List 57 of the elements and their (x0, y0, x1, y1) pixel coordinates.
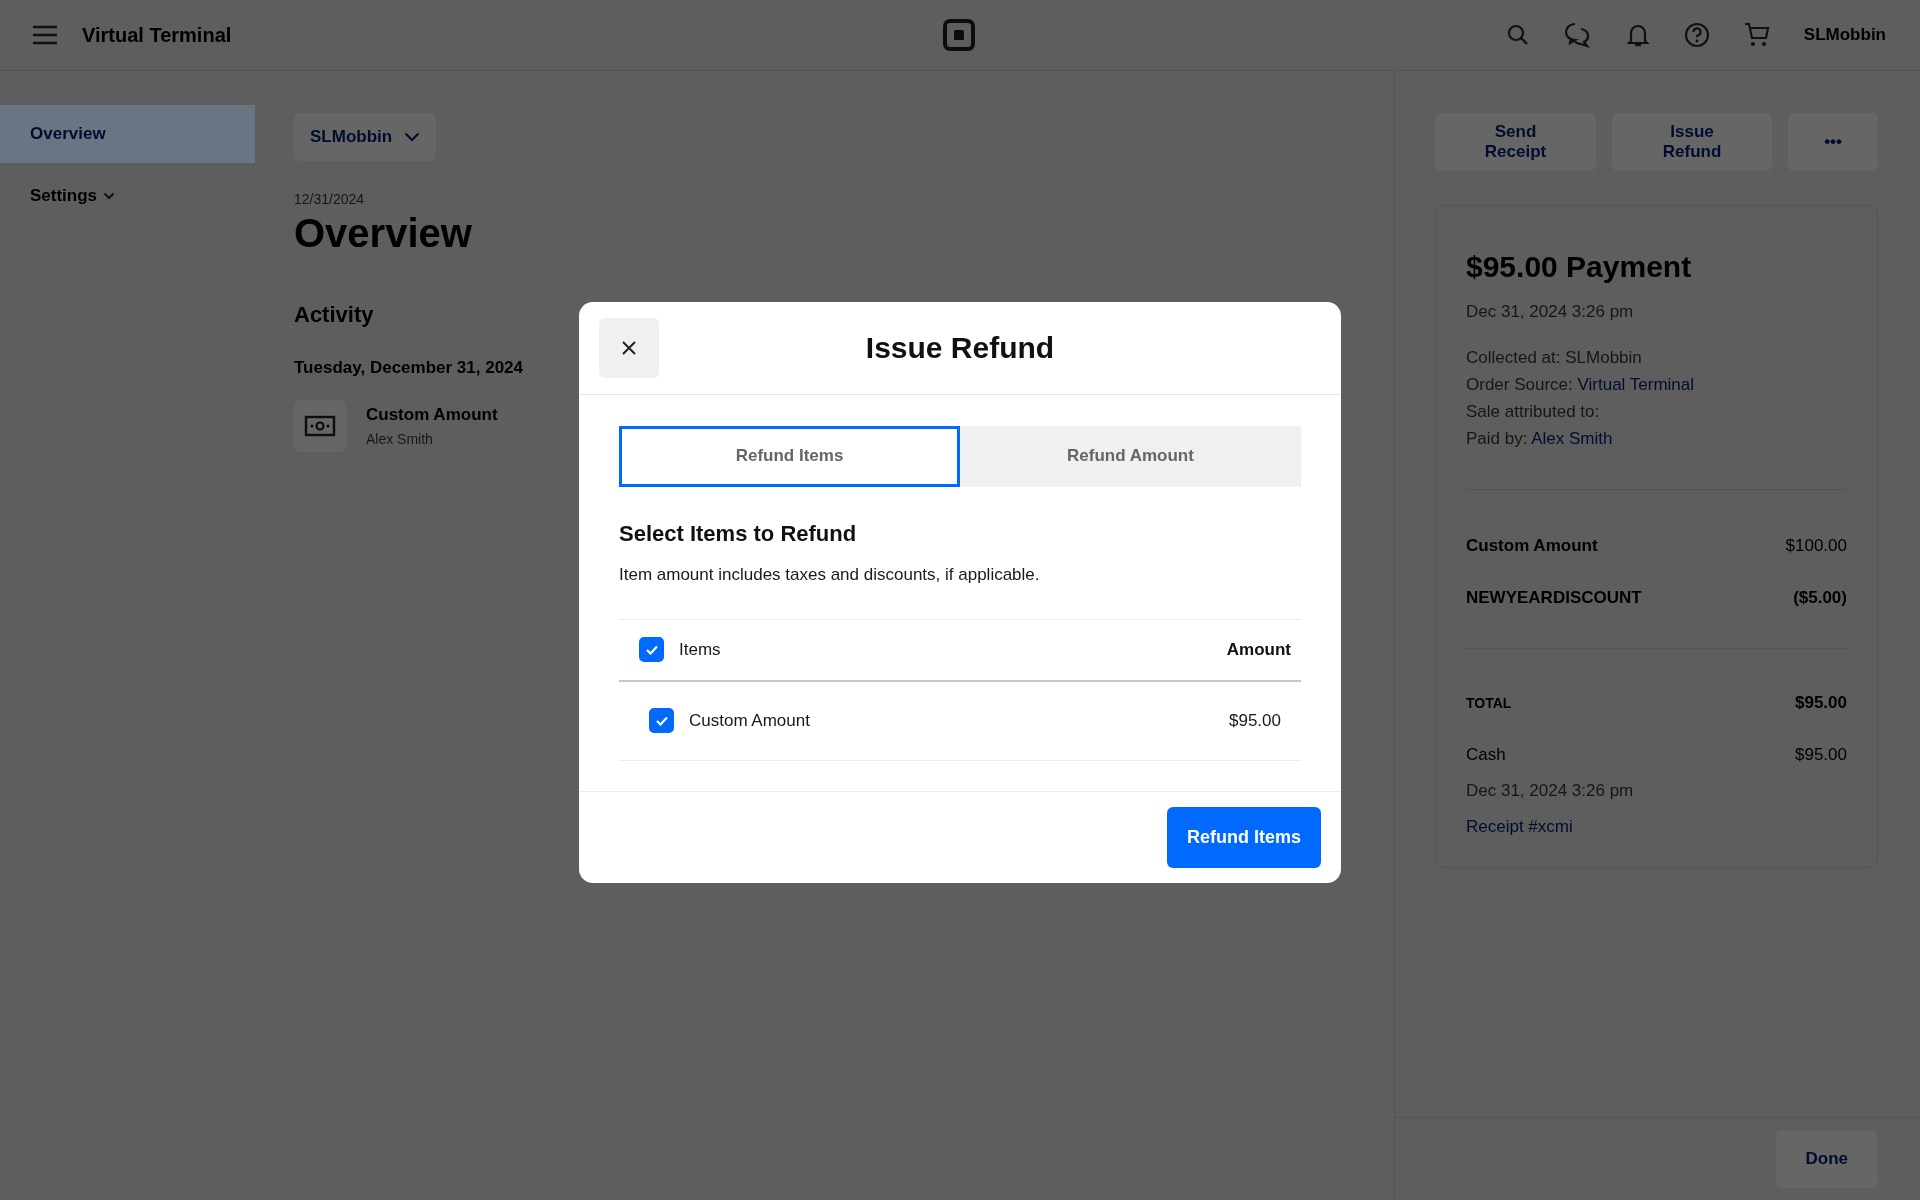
page-heading: Overview (294, 211, 472, 256)
action-button[interactable]: Issue Refund (1612, 113, 1773, 171)
payment-detail: Order Source: Virtual Terminal (1466, 375, 1696, 395)
sidebar-item[interactable]: Overview (0, 105, 255, 163)
refund-tab[interactable]: Refund Items (619, 425, 960, 487)
detail-link[interactable]: Alex Smith (1531, 429, 1613, 448)
done-button[interactable]: Done (1775, 1130, 1878, 1188)
refund-note: Item amount includes taxes and discounts, if applicable. (619, 564, 1041, 585)
payment-title: $95.00 Payment (1466, 250, 1693, 284)
detail-link[interactable]: Virtual Terminal (1577, 375, 1695, 394)
total-amount: $95.00 (1795, 693, 1847, 713)
square-logo-icon[interactable] (943, 19, 975, 51)
section-heading: Select Items to Refund (619, 520, 858, 547)
receipt-link[interactable]: Receipt #xcmi (1466, 817, 1573, 837)
chat-bubbles-icon[interactable] (1563, 22, 1592, 48)
line-item-amount: $100.00 (1785, 536, 1847, 556)
tender-timestamp: Dec 31, 2024 3:26 pm (1466, 781, 1635, 801)
menu-icon[interactable] (32, 25, 58, 45)
location-dropdown[interactable]: SLMobbin (294, 113, 437, 161)
refund-items-button[interactable]: Refund Items (1167, 806, 1321, 868)
action-button[interactable]: Send Receipt (1435, 113, 1596, 171)
item-amount: $95.00 (1229, 710, 1281, 731)
total-label: TOTAL (1466, 695, 1512, 711)
payment-timestamp: Dec 31, 2024 3:26 pm (1466, 302, 1635, 322)
item-name: Custom Amount (689, 710, 811, 731)
tender-amount: $95.00 (1795, 745, 1847, 765)
line-item-name: Custom Amount (1466, 536, 1598, 556)
tender-method: Cash (1466, 745, 1506, 765)
app-title: Virtual Terminal (82, 23, 232, 47)
payment-detail: Sale attributed to: (1466, 402, 1601, 422)
check-icon (654, 714, 669, 727)
cart-icon[interactable] (1743, 22, 1770, 48)
line-item-amount: ($5.00) (1793, 588, 1847, 608)
check-icon (644, 643, 659, 656)
cash-icon (294, 400, 346, 452)
date-label: 12/31/2024 (294, 191, 365, 207)
search-icon[interactable] (1505, 23, 1530, 47)
dialog-title: Issue Refund (865, 330, 1055, 365)
section-heading: Activity (294, 302, 374, 328)
line-item-name: NEWYEARDISCOUNT (1466, 588, 1642, 608)
column-header: Amount (1226, 639, 1291, 660)
user-name[interactable]: SLMobbin (1803, 25, 1886, 45)
payment-detail: Collected at: SLMobbin (1466, 348, 1643, 368)
column-header: Items (679, 639, 722, 660)
sidebar-item[interactable]: Settings (0, 181, 255, 211)
help-icon[interactable] (1683, 22, 1710, 48)
chevron-icon (404, 132, 421, 142)
bell-icon[interactable] (1625, 22, 1650, 48)
activity-customer: Alex Smith (366, 431, 434, 447)
chevron-icon (103, 192, 116, 200)
day-heading: Tuesday, December 31, 2024 (294, 358, 523, 378)
select-all-checkbox[interactable] (639, 637, 664, 662)
item-checkbox[interactable] (649, 708, 674, 733)
activity-title[interactable]: Custom Amount (366, 405, 498, 425)
more-button[interactable]: ••• (1788, 113, 1878, 171)
payment-detail: Paid by: Alex Smith (1466, 429, 1614, 449)
close-icon (621, 339, 637, 356)
